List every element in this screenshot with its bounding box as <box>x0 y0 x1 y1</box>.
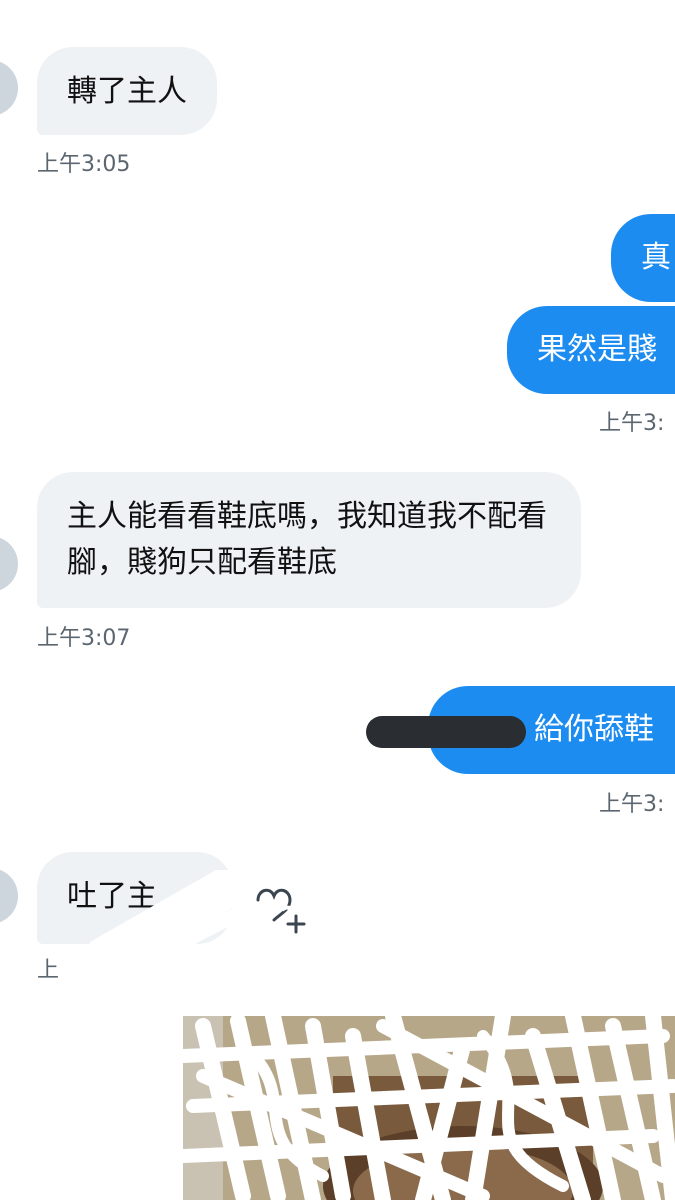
avatar[interactable] <box>0 868 18 924</box>
avatar[interactable] <box>0 536 18 592</box>
message-text: 真 <box>641 240 671 275</box>
message-timestamp: 上午3:07 <box>37 626 131 651</box>
message-timestamp: 上午3: <box>599 411 665 436</box>
message-text: 果然是賤 <box>537 332 657 367</box>
add-reaction-icon[interactable] <box>252 880 308 936</box>
photo-image <box>183 1016 675 1200</box>
scribble-redaction <box>90 870 260 980</box>
message-text: 給你舔鞋 <box>534 712 654 747</box>
message-timestamp: 上午3: <box>599 792 665 817</box>
redaction-bar <box>366 716 526 748</box>
conversation: 轉了主人 上午3:05 真 果然是賤 上午3: 主人能看看鞋底嗎，我知道我不配看… <box>0 0 675 1200</box>
message-bubble-incoming[interactable]: 主人能看看鞋底嗎，我知道我不配看腳，賤狗只配看鞋底 <box>37 472 581 608</box>
photo-attachment[interactable] <box>183 1016 675 1200</box>
message-bubble-incoming[interactable]: 轉了主人 <box>37 47 217 135</box>
message-timestamp: 上午3:05 <box>37 152 131 177</box>
message-timestamp: 上 <box>37 958 60 983</box>
message-text: 轉了主人 <box>67 74 187 109</box>
avatar[interactable] <box>0 60 18 116</box>
message-bubble-outgoing[interactable]: 真 <box>611 214 675 302</box>
message-text: 主人能看看鞋底嗎，我知道我不配看腳，賤狗只配看鞋底 <box>67 499 547 580</box>
message-bubble-outgoing[interactable]: 果然是賤 <box>507 306 675 394</box>
